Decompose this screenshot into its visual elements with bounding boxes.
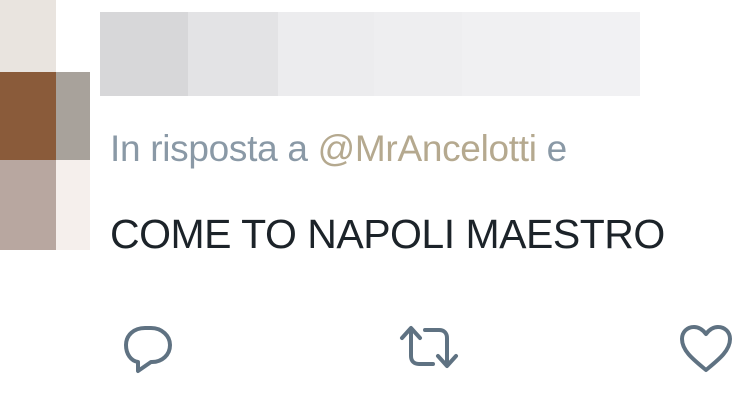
retweet-icon [400, 326, 458, 368]
reply-suffix: e [546, 128, 568, 169]
name-mosaic-block [550, 12, 640, 96]
reply-icon [124, 326, 172, 373]
avatar-mosaic-cell [0, 0, 56, 72]
avatar-mosaic-cell [0, 160, 56, 250]
tweet-card: In risposta a @MrAncelotti e COME TO NAP… [0, 0, 736, 408]
retweet-button[interactable] [396, 318, 458, 378]
avatar-mosaic-cell [56, 160, 90, 250]
tweet-text: COME TO NAPOLI MAESTRO [110, 211, 665, 257]
like-button[interactable] [676, 318, 736, 378]
mention-link[interactable]: @MrAncelotti [318, 128, 537, 169]
avatar-mosaic-cell [56, 72, 90, 160]
reply-prefix: In risposta a [110, 128, 308, 169]
avatar[interactable] [0, 0, 90, 250]
name-mosaic-block [188, 12, 278, 96]
avatar-mosaic-cell [56, 0, 90, 72]
name-mosaic-block [462, 12, 550, 96]
avatar-mosaic-cell [0, 72, 56, 160]
name-mosaic-block [374, 12, 462, 96]
heart-icon [680, 325, 732, 372]
reply-context: In risposta a @MrAncelotti e [110, 128, 567, 170]
redacted-user-name [100, 12, 640, 96]
reply-button[interactable] [118, 318, 178, 378]
name-mosaic-block [100, 12, 188, 96]
tweet-actions [0, 318, 736, 378]
name-mosaic-block [278, 12, 374, 96]
